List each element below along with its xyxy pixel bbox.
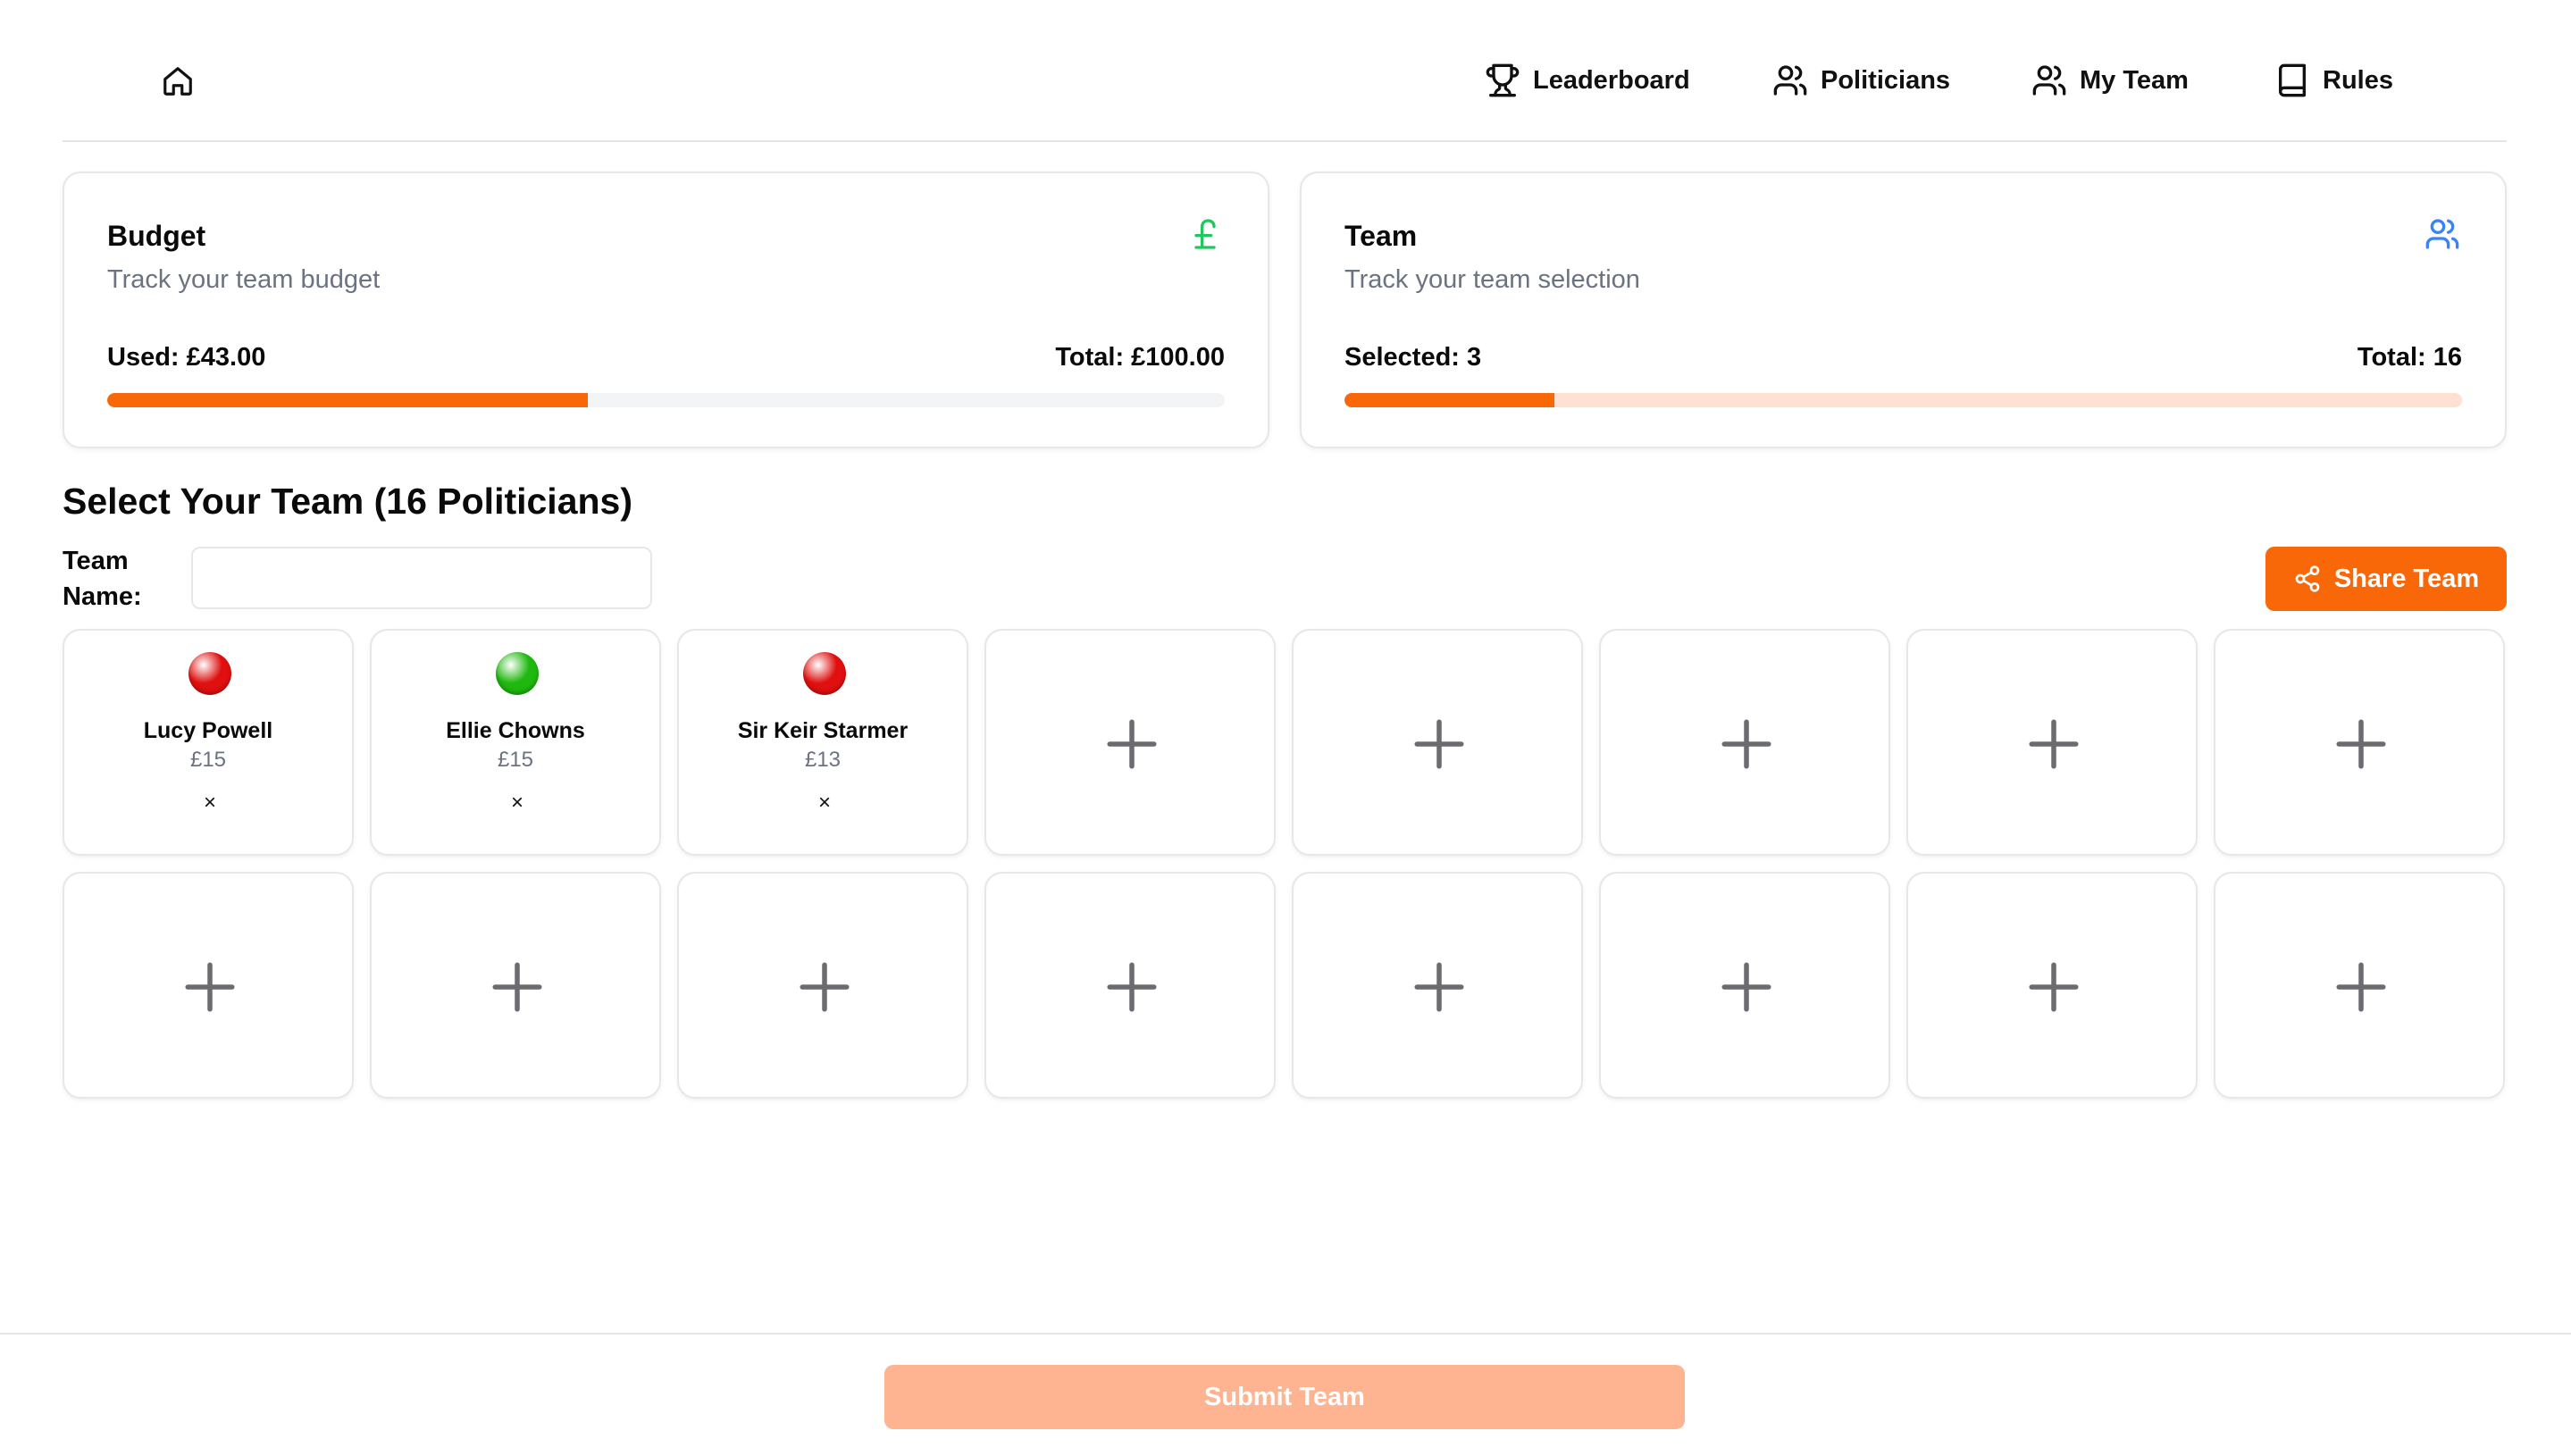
home-icon	[163, 67, 192, 96]
users-icon	[2423, 214, 2462, 254]
politician-slot[interactable]: Sir Keir Starmer £13 ×	[677, 629, 968, 856]
politician-slot[interactable]: Lucy Powell £15 ×	[63, 629, 354, 856]
politician-cost: £15	[497, 748, 534, 772]
nav-leaderboard[interactable]: Leaderboard	[1485, 59, 1690, 102]
budget-card-title: Budget	[107, 220, 206, 252]
empty-slot[interactable]	[984, 872, 1276, 1099]
empty-slot[interactable]	[677, 872, 968, 1099]
users-icon	[2032, 65, 2066, 96]
nav-politicians[interactable]: Politicians	[1772, 59, 1950, 102]
empty-slot[interactable]	[1292, 629, 1583, 856]
empty-slot[interactable]	[1599, 872, 1890, 1099]
team-card-subtitle: Track your team selection	[1344, 265, 1640, 294]
team-card: Team Track your team selection Selected:…	[1300, 172, 2507, 448]
remove-politician-button[interactable]: ×	[197, 790, 223, 816]
empty-slot[interactable]	[2214, 629, 2505, 856]
empty-slot[interactable]	[370, 872, 661, 1099]
politician-cost: £15	[189, 748, 227, 772]
empty-slot[interactable]	[1906, 872, 2198, 1099]
party-color-dot	[496, 652, 539, 695]
team-progress-fill	[1344, 393, 1554, 407]
nav-politicians-label: Politicians	[1821, 65, 1951, 95]
party-color-dot	[803, 652, 846, 695]
remove-politician-button[interactable]: ×	[504, 790, 531, 816]
plus-icon	[2029, 962, 2079, 1012]
share-team-button[interactable]: Share Team	[2265, 547, 2507, 611]
team-name-input[interactable]	[191, 547, 652, 609]
plus-icon	[1414, 719, 1464, 769]
nav-rules-label: Rules	[2323, 65, 2393, 95]
team-total: Total: 16	[2357, 343, 2462, 372]
empty-slot[interactable]	[1906, 629, 2198, 856]
nav-leaderboard-label: Leaderboard	[1533, 65, 1690, 95]
empty-slot[interactable]	[1292, 872, 1583, 1099]
plus-icon	[1721, 962, 1771, 1012]
plus-icon	[1107, 719, 1157, 769]
pound-icon	[1185, 214, 1225, 254]
politician-name: Ellie Chowns	[446, 718, 585, 743]
home-button[interactable]	[161, 64, 195, 98]
submit-team-button[interactable]: Submit Team	[884, 1365, 1685, 1429]
empty-slot[interactable]	[63, 872, 354, 1099]
section-title: Select Your Team (16 Politicians)	[63, 481, 633, 522]
team-card-title: Team	[1344, 220, 1418, 252]
team-name-label: Team Name:	[63, 547, 142, 611]
plus-icon	[2336, 962, 2386, 1012]
politician-name: Lucy Powell	[143, 718, 273, 743]
plus-icon	[1414, 962, 1464, 1012]
politician-cost: £13	[804, 748, 842, 772]
politician-name: Sir Keir Starmer	[737, 718, 909, 743]
budget-used: Used: £43.00	[107, 343, 266, 372]
plus-icon	[1721, 719, 1771, 769]
empty-slot[interactable]	[2214, 872, 2505, 1099]
page: Leaderboard Politicians My Team Rules Bu…	[0, 0, 2571, 1456]
budget-card-subtitle: Track your team budget	[107, 265, 381, 294]
plus-icon	[492, 962, 542, 1012]
plus-icon	[800, 962, 850, 1012]
plus-icon	[2029, 719, 2079, 769]
nav-my-team[interactable]: My Team	[2031, 59, 2189, 102]
users-icon	[1773, 65, 1807, 96]
party-color-dot	[188, 652, 231, 695]
nav-rules[interactable]: Rules	[2274, 59, 2393, 102]
empty-slot[interactable]	[984, 629, 1276, 856]
share-icon	[2295, 565, 2320, 592]
plus-icon	[1107, 962, 1157, 1012]
book-icon	[2279, 63, 2306, 97]
budget-card: Budget Track your team budget Used: £43.…	[63, 172, 1269, 448]
footer: Submit Team	[0, 1333, 2571, 1456]
team-selected: Selected: 3	[1344, 343, 1482, 372]
plus-icon	[2336, 719, 2386, 769]
top-nav: Leaderboard Politicians My Team Rules	[63, 0, 2507, 142]
nav-my-team-label: My Team	[2080, 65, 2189, 95]
budget-progress-fill	[107, 393, 588, 407]
plus-icon	[185, 962, 235, 1012]
remove-politician-button[interactable]: ×	[811, 790, 838, 816]
politician-slot[interactable]: Ellie Chowns £15 ×	[370, 629, 661, 856]
budget-progress-bar	[107, 393, 1225, 407]
empty-slot[interactable]	[1599, 629, 1890, 856]
share-team-label: Share Team	[2333, 564, 2480, 593]
budget-total: Total: £100.00	[1055, 343, 1225, 372]
trophy-icon	[1486, 63, 1520, 97]
team-progress-bar	[1344, 393, 2462, 407]
